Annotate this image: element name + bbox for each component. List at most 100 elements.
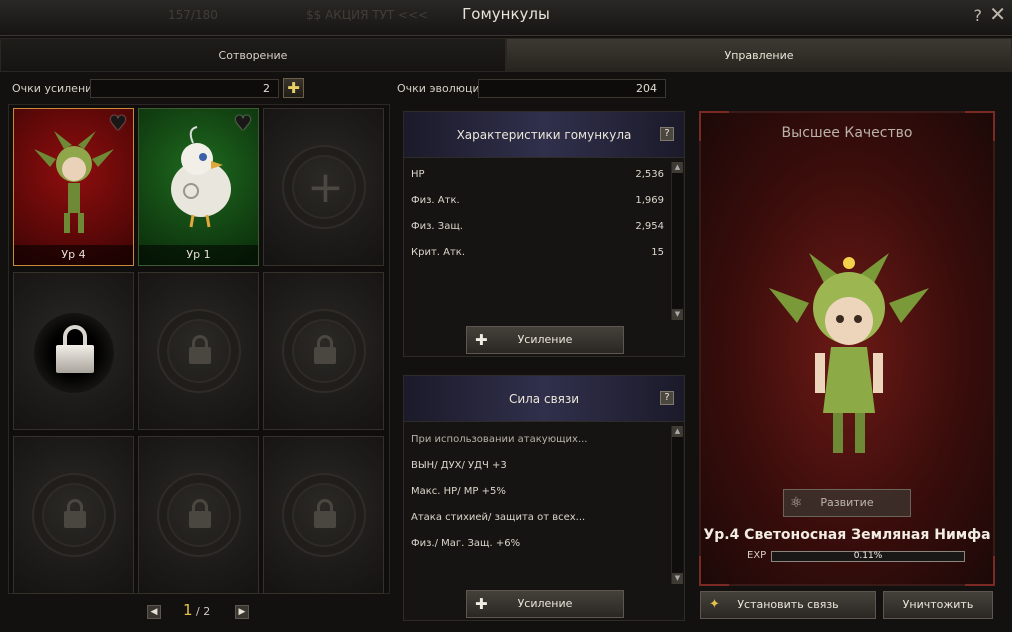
close-icon[interactable]: ✕: [989, 2, 1006, 26]
bond-effect-text: Атака стихией/ защита от всех...: [411, 512, 586, 523]
destroy-button[interactable]: Уничтожить: [883, 591, 993, 619]
stat-row-patk: Физ. Атк. 1,969: [411, 195, 664, 211]
homunculus-slot-2[interactable]: ♥ Ур 1: [138, 108, 259, 266]
nymph-portrait-icon: [769, 253, 929, 453]
stats-panel-title: Характеристики гомункула: [456, 127, 632, 142]
slot-level-label: Ур 1: [139, 245, 258, 265]
boost-points-label: Очки усиления: [12, 82, 99, 95]
bond-boost-button[interactable]: ✚ Усиление: [466, 590, 624, 618]
scroll-up-icon[interactable]: ▲: [672, 426, 683, 437]
boost-points-value: 2: [90, 79, 279, 98]
bond-effect-row: Макс. HP/ MP +5%: [411, 486, 664, 502]
bond-effect-text: Физ./ Маг. Защ. +6%: [411, 538, 521, 549]
bond-effect-row: Атака стихией/ защита от всех...: [411, 512, 664, 528]
bond-effect-row: При использовании атакующих...: [411, 434, 664, 450]
stats-panel-header: Характеристики гомункула ?: [404, 112, 684, 158]
bond-scrollbar[interactable]: ▲ ▼: [671, 426, 683, 584]
bond-effect-row: ВЫН/ ДУХ/ УДЧ +3: [411, 460, 664, 476]
stats-list: HP 2,536 Физ. Атк. 1,969 Физ. Защ. 2,954…: [404, 162, 670, 320]
bond-panel-header: Сила связи ?: [404, 376, 684, 422]
lock-icon: [314, 335, 336, 365]
homunculus-slot-5-locked: [138, 272, 259, 430]
pet-name: Ур.4 Светоносная Земляная Нимфа: [703, 527, 991, 543]
destroy-button-label: Уничтожить: [902, 598, 974, 611]
homunculus-slot-9-locked: [263, 436, 384, 594]
total-pages: / 2: [196, 605, 211, 618]
stat-name: Крит. Атк.: [411, 247, 466, 258]
homunculus-slot-1[interactable]: ♥ Ур 4: [13, 108, 134, 266]
scroll-down-icon[interactable]: ▼: [672, 573, 683, 584]
add-homunculus-icon: +: [307, 162, 344, 213]
scroll-up-icon[interactable]: ▲: [672, 162, 683, 173]
stat-name: Физ. Защ.: [411, 221, 463, 232]
stats-scrollbar[interactable]: ▲ ▼: [671, 162, 683, 320]
lock-icon: [189, 499, 211, 529]
exp-label: EXP: [747, 550, 767, 561]
stat-value: 2,954: [635, 221, 664, 232]
set-bond-button-label: Установить связь: [737, 598, 839, 611]
tab-bar: Сотворение Управление: [0, 38, 1012, 72]
wand-icon: ✦: [709, 597, 720, 612]
bond-effect-text: ВЫН/ ДУХ/ УДЧ +3: [411, 460, 507, 471]
set-bond-button[interactable]: ✦ Установить связь: [700, 591, 876, 619]
atom-icon: ⚛: [790, 495, 803, 511]
tab-manage[interactable]: Управление: [506, 38, 1012, 72]
bond-effect-text: При использовании атакующих...: [411, 434, 588, 445]
scroll-down-icon[interactable]: ▼: [672, 309, 683, 320]
stats-boost-button-label: Усиление: [517, 333, 573, 346]
plus-icon: ✚: [475, 595, 488, 613]
stats-boost-button[interactable]: ✚ Усиление: [466, 326, 624, 354]
window-titlebar: 157/180 $$ АКЦИЯ ТУТ <<< Гомункулы ? ✕: [0, 0, 1012, 36]
homunculus-slot-6-locked: [263, 272, 384, 430]
stat-name: HP: [411, 169, 425, 180]
window-title: Гомункулы: [462, 5, 550, 23]
bond-effect-text: Макс. HP/ MP +5%: [411, 486, 506, 497]
homunculus-slot-7-locked: [13, 436, 134, 594]
homunculus-grid: ♥ Ур 4 ♥ Ур 1 +: [8, 104, 390, 594]
homunculus-slot-4-locked[interactable]: [13, 272, 134, 430]
lock-icon: [64, 499, 86, 529]
stat-name: Физ. Атк.: [411, 195, 460, 206]
favorite-heart-icon[interactable]: ♥: [107, 113, 129, 133]
plus-icon: ✚: [475, 331, 488, 349]
next-page-button[interactable]: ▶: [235, 605, 249, 619]
stat-value: 2,536: [635, 169, 664, 180]
bond-effects-list: При использовании атакующих... ВЫН/ ДУХ/…: [404, 426, 670, 584]
prev-page-button[interactable]: ◀: [147, 605, 161, 619]
stat-row-hp: HP 2,536: [411, 169, 664, 185]
lock-icon: [314, 499, 336, 529]
stat-value: 1,969: [635, 195, 664, 206]
card-corner-ornament: [965, 556, 995, 586]
lock-icon: [56, 325, 94, 375]
homunculus-slot-8-locked: [138, 436, 259, 594]
favorite-heart-icon[interactable]: ♥: [232, 113, 254, 133]
bond-effect-row: Физ./ Маг. Защ. +6%: [411, 538, 664, 554]
lock-icon: [189, 335, 211, 365]
stats-panel: Характеристики гомункула ? HP 2,536 Физ.…: [403, 111, 685, 357]
stat-value: 15: [651, 247, 664, 258]
exp-text: 0.11%: [853, 551, 883, 561]
stat-row-pdef: Физ. Защ. 2,954: [411, 221, 664, 237]
selected-homunculus-card: Высшее Качество ⚛ Развитие Ур.4 Светонос…: [699, 111, 995, 586]
evolve-button[interactable]: ⚛ Развитие: [783, 489, 911, 517]
tab-create[interactable]: Сотворение: [0, 38, 506, 72]
current-page: 1: [183, 601, 193, 619]
bond-boost-button-label: Усиление: [517, 597, 573, 610]
evolution-points-label: Очки эволюции: [397, 82, 487, 95]
bond-help-icon[interactable]: ?: [660, 391, 674, 405]
bond-panel: Сила связи ? При использовании атакующих…: [403, 375, 685, 621]
homunculus-slot-3-empty[interactable]: +: [263, 108, 384, 266]
evolution-points-value: 204: [478, 79, 666, 98]
points-bar: Очки усиления 2 ✚ Очки эволюции 204: [0, 78, 700, 100]
bond-panel-title: Сила связи: [508, 391, 580, 406]
stats-help-icon[interactable]: ?: [660, 127, 674, 141]
card-corner-ornament: [699, 556, 729, 586]
add-boost-points-button[interactable]: ✚: [283, 78, 304, 98]
slot-level-label: Ур 4: [14, 245, 133, 265]
stat-row-crit: Крит. Атк. 15: [411, 247, 664, 263]
exp-bar: 0.11%: [771, 551, 965, 562]
evolve-button-label: Развитие: [820, 496, 874, 509]
quality-label: Высшее Качество: [781, 125, 913, 141]
pager: ◀ 1 / 2 ▶: [8, 598, 390, 626]
help-icon[interactable]: ?: [974, 6, 983, 25]
